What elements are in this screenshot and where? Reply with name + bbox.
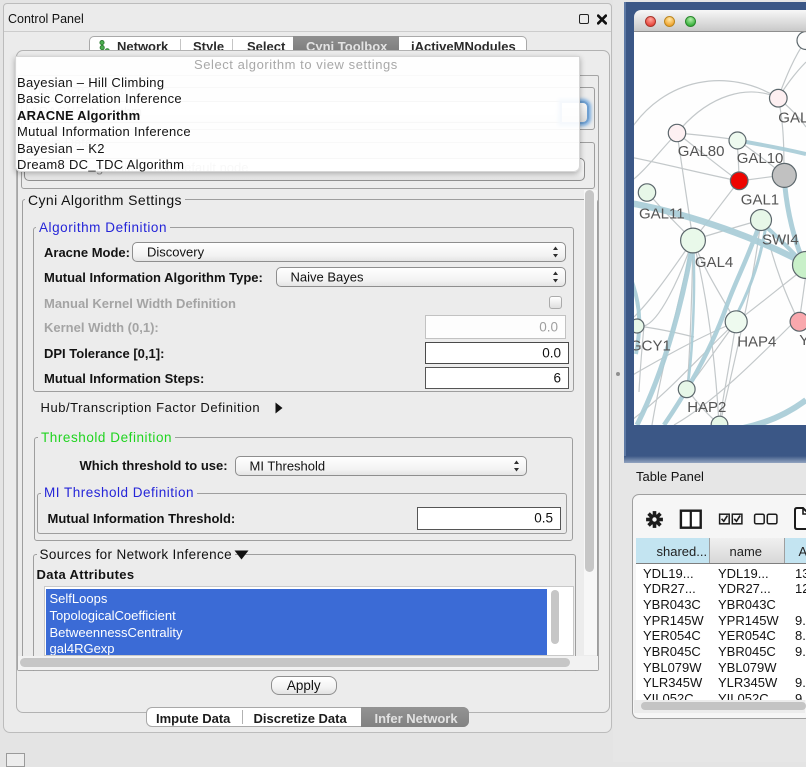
svg-text:GAL10: GAL10 (737, 150, 784, 167)
svg-text:GCY1: GCY1 (634, 337, 671, 354)
svg-text:GAL11: GAL11 (639, 205, 685, 222)
svg-text:HAP2: HAP2 (687, 399, 726, 416)
svg-text:GAL1: GAL1 (741, 191, 779, 208)
svg-text:GAL4: GAL4 (695, 254, 733, 271)
svg-text:GAL80: GAL80 (678, 143, 725, 160)
svg-text:HAP4: HAP4 (737, 333, 776, 350)
svg-text:SWI4: SWI4 (762, 231, 799, 248)
svg-text:Y: Y (799, 332, 806, 349)
svg-text:GAL: GAL (778, 109, 806, 126)
